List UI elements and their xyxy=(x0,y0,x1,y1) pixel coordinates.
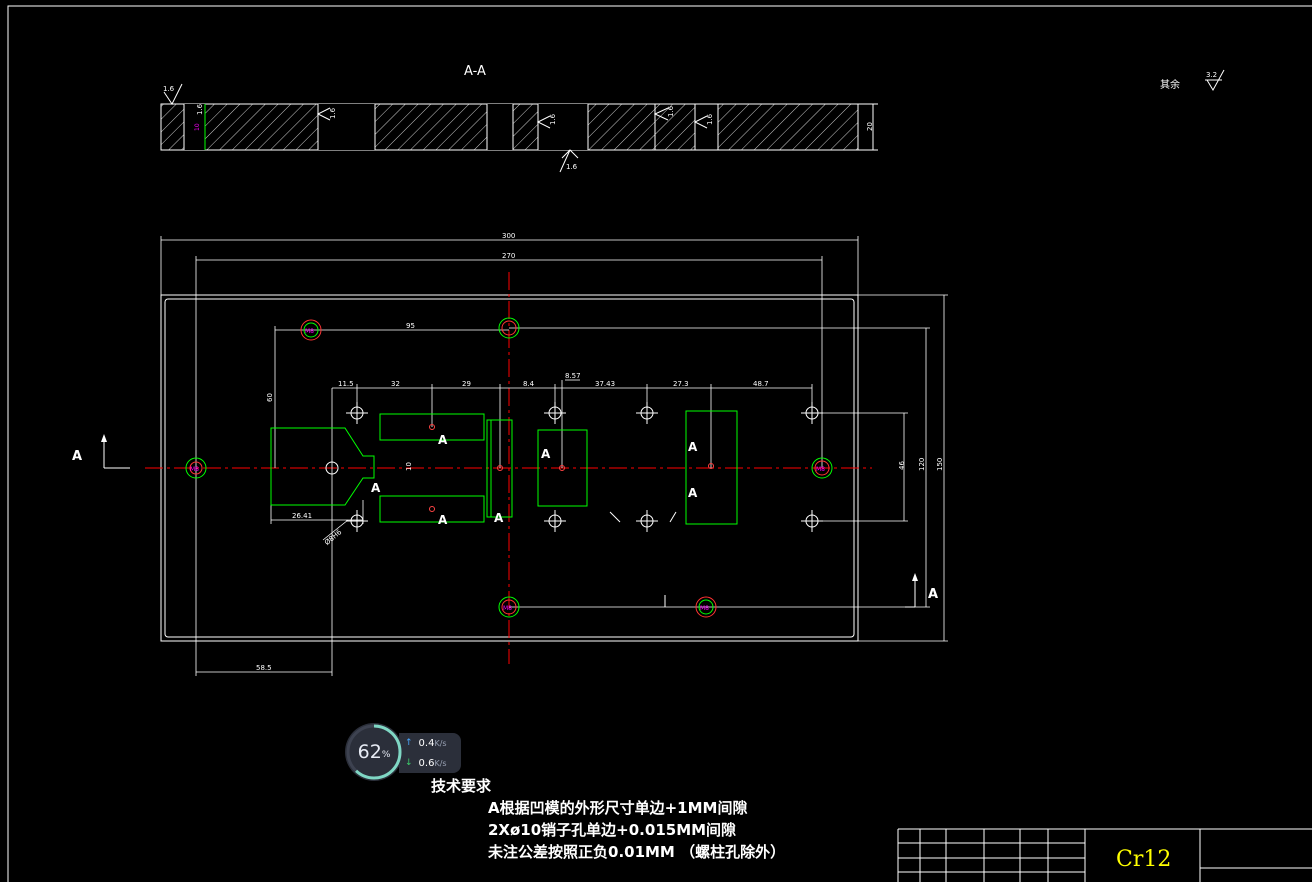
punch-profile xyxy=(270,427,375,506)
blank-region xyxy=(318,104,375,150)
download-speed-value: 0.6 xyxy=(418,757,435,769)
pilot-hole xyxy=(346,402,368,424)
svg-text:M8: M8 xyxy=(816,466,825,473)
blank-region xyxy=(487,104,513,150)
hole-marker: A xyxy=(371,481,381,495)
roughness-value: 1.6 xyxy=(329,107,337,119)
view-marker-right: A xyxy=(928,587,938,602)
section-hole-label: 10 xyxy=(194,123,201,131)
dim-95: 95 xyxy=(406,322,415,330)
hatch-region xyxy=(375,104,487,150)
hole-marker: A xyxy=(438,513,448,527)
blank-region xyxy=(538,104,588,150)
material-label: Cr12 xyxy=(1116,847,1171,872)
dim-hole-span: 270 xyxy=(502,252,515,260)
speed-unit: K/s xyxy=(434,738,447,748)
hatch-region xyxy=(718,104,858,150)
plan-view: 300 270 95 60 11.5 32 29 8.4 8.57 37.43 … xyxy=(72,232,948,676)
view-marker-left: A xyxy=(72,449,82,464)
dim-8-57: 8.57 xyxy=(565,372,581,380)
thickness-dim: 20 xyxy=(866,122,874,131)
pilot-hole xyxy=(801,510,823,532)
dim-46: 46 xyxy=(898,461,906,470)
svg-text:M8: M8 xyxy=(700,605,709,612)
dim-120: 120 xyxy=(918,458,926,471)
dim-60: 60 xyxy=(266,393,274,402)
dim-10: 10 xyxy=(405,462,413,471)
dowel-hole: M8 xyxy=(300,319,322,341)
hole-marker: A xyxy=(494,511,504,525)
pilot-hole xyxy=(636,402,658,424)
roughness-value: 1.6 xyxy=(706,113,714,125)
dowel-hole: M8 xyxy=(811,457,833,479)
dim-diameter: Ø8H6 xyxy=(323,528,344,547)
tech-requirement-item: 2Xø10销子孔单边+0.015MM间隙 xyxy=(488,821,737,839)
dim-29: 29 xyxy=(462,380,471,388)
hole-marker: A xyxy=(688,440,698,454)
roughness-other-value: 3.2 xyxy=(1206,71,1217,79)
network-monitor-widget[interactable]: ↑ 0.4 K/s ↓ 0.6 K/s 62% xyxy=(345,723,463,781)
svg-text:M8: M8 xyxy=(503,605,512,612)
cad-drawing: A-A 20 10 1.6 1.6 1.6 1.6 1.6 1.6 1.6 其余… xyxy=(7,5,1312,882)
slot-contour xyxy=(379,495,485,523)
roughness-value: 1.6 xyxy=(566,163,578,171)
roughness-value: 1.6 xyxy=(163,85,175,93)
dim-11-5: 11.5 xyxy=(338,380,354,388)
usage-percent-unit: % xyxy=(381,750,391,760)
dowel-hole: M8 xyxy=(695,596,717,618)
hole-marker: A xyxy=(688,486,698,500)
dim-27-3: 27.3 xyxy=(673,380,689,388)
title-block xyxy=(897,828,1312,882)
pilot-hole xyxy=(346,510,368,532)
roughness-value: 1.6 xyxy=(196,103,204,115)
hatch-region xyxy=(588,104,695,150)
hole-marker: A xyxy=(541,447,551,461)
pilot-hole xyxy=(801,402,823,424)
pilot-hole xyxy=(544,402,566,424)
svg-text:M8: M8 xyxy=(305,328,314,335)
dim-150: 150 xyxy=(936,458,944,471)
roughness-other-label: 其余 xyxy=(1160,78,1180,91)
download-arrow-icon: ↓ xyxy=(405,758,413,768)
pilot-hole xyxy=(636,510,658,532)
dim-32: 32 xyxy=(391,380,400,388)
section-view: A-A 20 10 1.6 1.6 1.6 1.6 1.6 1.6 1.6 其余… xyxy=(160,64,1225,173)
speed-unit: K/s xyxy=(434,758,447,768)
dim-48-7: 48.7 xyxy=(753,380,769,388)
dim-37-43: 37.43 xyxy=(595,380,615,388)
upload-speed-value: 0.4 xyxy=(418,737,435,749)
hole-marker: A xyxy=(438,433,448,447)
upload-speed: ↑ 0.4 K/s xyxy=(399,733,461,753)
dim-58-5: 58.5 xyxy=(256,664,272,672)
download-speed: ↓ 0.6 K/s xyxy=(399,753,461,773)
dim-26-41: 26.41 xyxy=(292,512,312,520)
roughness-value: 1.6 xyxy=(667,105,675,117)
section-label: A-A xyxy=(464,64,486,79)
pilot-hole xyxy=(544,510,566,532)
tech-requirement-item: A根据凹模的外形尺寸单边+1MM间隙 xyxy=(488,799,748,817)
upload-arrow-icon: ↑ xyxy=(405,738,413,748)
svg-text:M8: M8 xyxy=(190,466,199,473)
dim-8-4: 8.4 xyxy=(523,380,535,388)
network-speed-panel: ↑ 0.4 K/s ↓ 0.6 K/s xyxy=(399,733,461,773)
tech-requirement-item: 未注公差按照正负0.01MM （螺柱孔除外） xyxy=(488,843,786,861)
dowel-hole: M8 xyxy=(498,596,520,618)
usage-percent: 62 xyxy=(357,741,382,763)
usage-gauge: 62% xyxy=(345,723,403,781)
hatch-region xyxy=(513,104,538,150)
dim-overall-length: 300 xyxy=(502,232,515,240)
roughness-value: 1.6 xyxy=(549,113,557,125)
